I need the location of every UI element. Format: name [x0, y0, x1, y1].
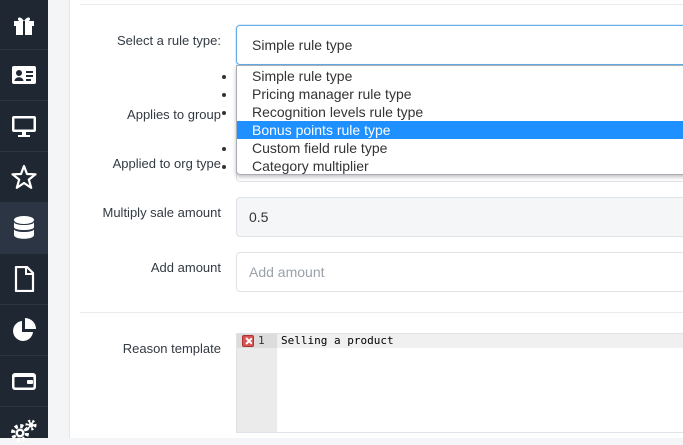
rule-type-option[interactable]: Custom field rule type [237, 139, 683, 157]
pie-chart-icon [13, 318, 36, 341]
rule-type-dropdown: Simple rule type Pricing manager rule ty… [236, 65, 683, 175]
cogs-icon [11, 419, 37, 442]
applied-to-org-type-label: Applied to org type [112, 156, 221, 171]
database-icon [14, 216, 34, 239]
multiply-sale-amount-field[interactable]: 0.5 [236, 197, 683, 237]
add-amount-label: Add amount [150, 260, 221, 275]
divider [80, 312, 683, 313]
sidebar-item-contacts[interactable] [0, 50, 48, 101]
rule-type-select[interactable]: Simple rule type [236, 25, 683, 65]
sidebar [0, 0, 48, 442]
reason-template-label: Reason template [122, 341, 221, 356]
add-amount-input[interactable] [249, 264, 683, 280]
sidebar-item-data[interactable] [0, 203, 48, 254]
sidebar-item-documents[interactable] [0, 254, 48, 305]
gift-icon [14, 17, 34, 35]
line-number: 1 [258, 334, 265, 347]
sidebar-item-settings[interactable] [0, 407, 48, 442]
rule-type-label: Select a rule type: [116, 33, 221, 48]
error-icon[interactable] [242, 335, 254, 347]
sidebar-item-reports[interactable] [0, 305, 48, 356]
file-icon [14, 266, 35, 292]
rule-type-option[interactable]: Recognition levels rule type [237, 103, 683, 121]
editor-gutter [237, 334, 277, 432]
sidebar-item-wallet[interactable] [0, 356, 48, 407]
rule-type-option-highlighted[interactable]: Bonus points rule type [237, 121, 683, 139]
multiply-sale-amount-label: Multiply sale amount [102, 205, 222, 220]
editor-code-text[interactable]: Selling a product [281, 334, 394, 348]
rule-type-selected-value: Simple rule type [252, 37, 353, 53]
monitor-icon [12, 116, 36, 137]
id-card-icon [12, 66, 36, 84]
sidebar-item-gift[interactable] [0, 0, 48, 50]
star-icon [11, 164, 37, 189]
applies-to-group-label: Applies to group [127, 107, 221, 122]
rule-type-option[interactable]: Category multiplier [237, 157, 683, 175]
add-amount-field[interactable] [236, 252, 683, 292]
reason-template-editor[interactable]: 1 Selling a product [236, 333, 683, 433]
divider [80, 4, 683, 5]
sidebar-item-favorites[interactable] [0, 152, 48, 203]
content-gutter [48, 0, 69, 438]
rule-type-option[interactable]: Simple rule type [237, 67, 683, 85]
multiply-sale-amount-value: 0.5 [249, 209, 269, 225]
wallet-icon [12, 373, 36, 390]
sidebar-item-display[interactable] [0, 101, 48, 152]
rule-type-option[interactable]: Pricing manager rule type [237, 85, 683, 103]
